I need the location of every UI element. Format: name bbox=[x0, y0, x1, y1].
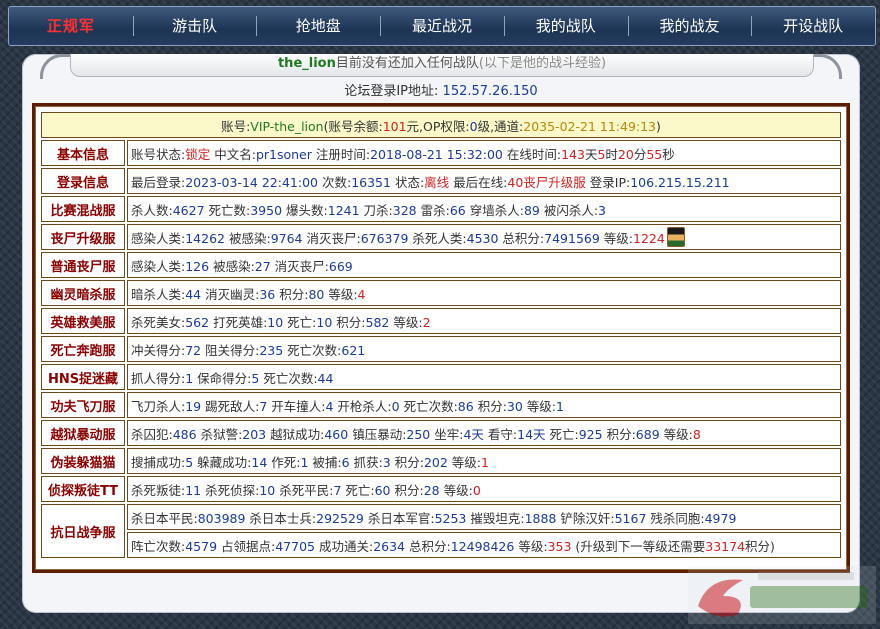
op-value: 0 bbox=[469, 118, 478, 134]
logo-watermark-icon bbox=[688, 566, 876, 624]
row-label-login: 登录信息 bbox=[41, 168, 125, 194]
row-label-deathrun: 死亡奔跑服 bbox=[41, 336, 125, 362]
op-label: 元,OP权限: bbox=[406, 118, 470, 134]
banner-note: (以下是他的战斗经验) bbox=[478, 56, 607, 71]
forum-ip-value: 152.57.26.150 bbox=[442, 84, 538, 99]
scroll-curl-right bbox=[811, 54, 842, 79]
table-row: 英雄救美服 杀死美女:562 打死英雄:10 死亡:10 积分:582 等级:2 bbox=[41, 308, 841, 334]
table-row: 比赛混战服 杀人数:4627 死亡数:3950 爆头数:1241 刀杀:328 … bbox=[41, 196, 841, 222]
row-data-war-1: 杀日本平民:803989 杀日本士兵:292529 杀日本军官:5253 摧毁坦… bbox=[127, 504, 841, 530]
nav-item-recent-battles[interactable]: 最近战况 bbox=[380, 7, 504, 45]
forum-ip-line: 论坛登录IP地址: 152.57.26.150 bbox=[22, 80, 860, 99]
balance-value: 101 bbox=[382, 118, 407, 134]
row-label-jail: 越狱暴动服 bbox=[41, 420, 125, 446]
stats-frame: 账号:VIP-the_lion(账号余额:101元,OP权限:0级,通道:203… bbox=[32, 103, 850, 573]
row-label-zombie-upgrade: 丧尸升级服 bbox=[41, 224, 125, 250]
table-row: 普通丧尸服 感染人类:126 被感染:27 消灭丧尸:669 bbox=[41, 252, 841, 278]
row-data-prop: 搜捕成功:5 躲藏成功:14 作死:1 被捕:6 抓获:3 积分:202 等级:… bbox=[127, 448, 841, 474]
table-row: 登录信息 最后登录:2023-03-14 22:41:00 次数:16351 状… bbox=[41, 168, 841, 194]
account-label: 账号: bbox=[221, 118, 251, 134]
stats-table: 账号:VIP-the_lion(账号余额:101元,OP权限:0级,通道:203… bbox=[39, 110, 843, 560]
account-status: 锁定 bbox=[185, 146, 211, 162]
rank-avatar-icon bbox=[666, 227, 685, 247]
register-time: 2018-08-21 15:32:00 bbox=[370, 146, 503, 162]
nav-item-my-friends[interactable]: 我的战友 bbox=[627, 7, 752, 45]
online-status: 离线 bbox=[424, 174, 450, 190]
row-data-kungfu: 飞刀杀人:19 踢死敌人:7 开车撞人:4 开枪杀人:0 死亡次数:86 积分:… bbox=[127, 392, 841, 418]
nav-item-territory[interactable]: 抢地盘 bbox=[256, 7, 380, 45]
row-label-zombie: 普通丧尸服 bbox=[41, 252, 125, 278]
table-row: HNS捉迷藏 抓人得分:1 保命得分:5 死亡次数:44 bbox=[41, 364, 841, 390]
row-data-traitor: 杀死叛徒:11 杀死侦探:10 杀死平民:7 死亡:60 积分:28 等级:0 bbox=[127, 476, 841, 502]
row-label-war: 抗日战争服 bbox=[41, 504, 125, 558]
nav-item-guerrilla[interactable]: 游击队 bbox=[132, 7, 257, 45]
table-row: 侦探叛徒TT 杀死叛徒:11 杀死侦探:10 杀死平民:7 死亡:60 积分:2… bbox=[41, 476, 841, 502]
row-data-hero: 杀死美女:562 打死英雄:10 死亡:10 积分:582 等级:2 bbox=[127, 308, 841, 334]
row-label-basic: 基本信息 bbox=[41, 140, 125, 166]
row-data-zombie-upgrade: 感染人类:14262 被感染:9764 消灭丧尸:676379 杀死人类:453… bbox=[127, 224, 841, 250]
profile-panel: the_lion目前没有还加入任何战队(以下是他的战斗经验) 论坛登录IP地址:… bbox=[22, 54, 860, 613]
nav-item-brand[interactable]: 正规军 bbox=[9, 7, 133, 45]
row-data-basic: 账号状态:锁定 中文名:pr1soner 注册时间:2018-08-21 15:… bbox=[127, 140, 841, 166]
table-row: 伪装躲猫猫 搜捕成功:5 躲藏成功:14 作死:1 被捕:6 抓获:3 积分:2… bbox=[41, 448, 841, 474]
row-data-mixed: 杀人数:4627 死亡数:3950 爆头数:1241 刀杀:328 雷杀:66 … bbox=[127, 196, 841, 222]
forum-ip-label: 论坛登录IP地址: bbox=[344, 84, 439, 99]
table-row: 丧尸升级服 感染人类:14262 被感染:9764 消灭丧尸:676379 杀死… bbox=[41, 224, 841, 250]
team-status-banner: the_lion目前没有还加入任何战队(以下是他的战斗经验) bbox=[70, 54, 814, 77]
row-data-hns: 抓人得分:1 保命得分:5 死亡次数:44 bbox=[127, 364, 841, 390]
row-data-login: 最后登录:2023-03-14 22:41:00 次数:16351 状态:离线 … bbox=[127, 168, 841, 194]
row-data-jail: 杀囚犯:486 杀狱警:203 越狱成功:460 镇压暴动:250 坐牢:4天 … bbox=[127, 420, 841, 446]
account-close: ) bbox=[656, 118, 661, 134]
table-row: 越狱暴动服 杀囚犯:486 杀狱警:203 越狱成功:460 镇压暴动:250 … bbox=[41, 420, 841, 446]
row-label-kungfu: 功夫飞刀服 bbox=[41, 392, 125, 418]
table-row: 功夫飞刀服 飞刀杀人:19 踢死敌人:7 开车撞人:4 开枪杀人:0 死亡次数:… bbox=[41, 392, 841, 418]
row-label-mixed: 比赛混战服 bbox=[41, 196, 125, 222]
scroll-curl-left bbox=[40, 54, 71, 79]
row-label-hns: HNS捉迷藏 bbox=[41, 364, 125, 390]
username[interactable]: the_lion bbox=[278, 56, 336, 71]
channel-value: 2035-02-21 11:49:13 bbox=[523, 118, 657, 134]
channel-label: 级,通道: bbox=[477, 118, 524, 134]
account-row: 账号:VIP-the_lion(账号余额:101元,OP权限:0级,通道:203… bbox=[41, 112, 841, 138]
nav-item-my-team[interactable]: 我的战队 bbox=[503, 7, 628, 45]
row-label-ghost: 幽灵暗杀服 bbox=[41, 280, 125, 306]
chinese-name: pr1soner bbox=[255, 146, 312, 162]
row-data-ghost: 暗杀人类:44 消灭幽灵:36 积分:80 等级:4 bbox=[127, 280, 841, 306]
table-row: 阵亡次数:4579 占领据点:47705 成功通关:2634 总积分:12498… bbox=[41, 532, 841, 558]
table-row: 死亡奔跑服 冲关得分:72 阻关得分:235 死亡次数:621 bbox=[41, 336, 841, 362]
balance-label: (账号余额: bbox=[323, 118, 383, 134]
row-label-prop: 伪装躲猫猫 bbox=[41, 448, 125, 474]
team-status-text: 目前没有还加入任何战队 bbox=[335, 56, 479, 71]
table-row: 抗日战争服 杀日本平民:803989 杀日本士兵:292529 杀日本军官:52… bbox=[41, 504, 841, 558]
top-nav: 正规军 游击队 抢地盘 最近战况 我的战队 我的战友 开设战队 bbox=[8, 6, 876, 46]
row-label-hero: 英雄救美服 bbox=[41, 308, 125, 334]
row-data-zombie: 感染人类:126 被感染:27 消灭丧尸:669 bbox=[127, 252, 841, 278]
table-row: 基本信息 账号状态:锁定 中文名:pr1soner 注册时间:2018-08-2… bbox=[41, 140, 841, 166]
row-data-war-2: 阵亡次数:4579 占领据点:47705 成功通关:2634 总积分:12498… bbox=[127, 532, 841, 558]
account-header: 账号:VIP-the_lion(账号余额:101元,OP权限:0级,通道:203… bbox=[41, 112, 841, 138]
row-data-deathrun: 冲关得分:72 阻关得分:235 死亡次数:621 bbox=[127, 336, 841, 362]
row-label-traitor: 侦探叛徒TT bbox=[41, 476, 125, 502]
nav-item-create-team[interactable]: 开设战队 bbox=[751, 7, 875, 45]
account-id: VIP-the_lion bbox=[250, 118, 324, 134]
table-row: 幽灵暗杀服 暗杀人类:44 消灭幽灵:36 积分:80 等级:4 bbox=[41, 280, 841, 306]
